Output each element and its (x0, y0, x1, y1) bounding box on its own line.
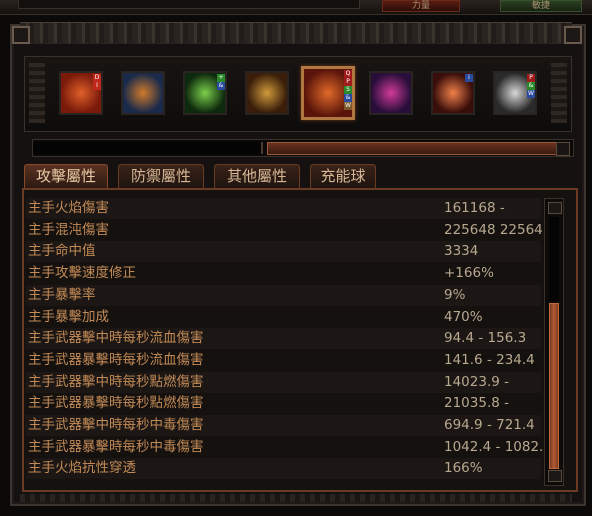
scroll-track[interactable] (549, 217, 559, 301)
stat-label: 主手武器暴擊時每秒點燃傷害 (28, 395, 204, 412)
stats-scrollbar[interactable] (544, 198, 564, 486)
stat-label: 主手暴擊率 (28, 286, 96, 303)
stat-value: 94.4 - 156.3 (444, 330, 527, 347)
frame-ornament-bottom (20, 494, 572, 502)
stat-row: 主手武器暴擊時每秒流血傷害 141.6 - 234.4 (26, 350, 541, 371)
stat-label: 主手武器暴擊時每秒中毒傷害 (28, 438, 204, 455)
stat-value: 14023.9 - (444, 373, 509, 390)
stat-row: 主手武器擊中時每秒點燃傷害 14023.9 - (26, 371, 541, 393)
skill-slot-5-icon[interactable]: Q P S & W (301, 66, 355, 120)
stat-row: 主手暴擊加成 470% (26, 307, 541, 328)
rune-badge-icon: & (344, 94, 352, 102)
tab-defense-attributes[interactable]: 防禦屬性 (118, 164, 204, 188)
rune-badge-icon: I (93, 82, 101, 90)
stat-row: 主手火焰抗性穿透 166% (26, 458, 541, 480)
tab-charge-orbs[interactable]: 充能球 (310, 164, 376, 188)
strength-button[interactable]: 力量 (382, 0, 460, 12)
resource-bar-cap (556, 142, 570, 156)
skill-slot-4-icon[interactable] (245, 71, 289, 115)
resource-bar (32, 139, 574, 157)
skill-bar: D I + & Q P S & Wi P & W (24, 56, 572, 132)
stat-row: 主手武器暴擊時每秒點燃傷害 21035.8 - (26, 393, 541, 414)
stat-value: 166% (444, 460, 483, 477)
skill-slot-2-icon[interactable] (121, 71, 165, 115)
stat-label: 主手武器擊中時每秒點燃傷害 (28, 373, 204, 390)
rune-badge-icon: D (93, 74, 101, 82)
stat-value: 225648 22564 (444, 221, 543, 238)
skill-slot-7-icon[interactable]: i (431, 71, 475, 115)
rune-badge-icon: S (344, 86, 352, 94)
stat-row: 主手武器擊中時每秒中毒傷害 694.9 - 721.4 (26, 415, 541, 436)
stat-row: 主手武器暴擊時每秒中毒傷害 1042.4 - 1082.2 (26, 437, 552, 458)
stat-row: 主手命中值 3334 (26, 241, 541, 263)
stats-panel: 主手火焰傷害 161168 - 主手混沌傷害 225648 22564 主手命中值 333… (22, 188, 578, 492)
stat-label: 主手火焰抗性穿透 (28, 460, 136, 477)
skill-slot-8-icon[interactable]: P & W (493, 71, 537, 115)
skill-slot-1-icon[interactable]: DI (59, 71, 103, 115)
rune-badge-icon: P (344, 78, 352, 86)
stat-value: 161168 - (444, 200, 505, 216)
scroll-thumb[interactable] (549, 303, 559, 469)
tab-other-attributes[interactable]: 其他屬性 (214, 164, 300, 188)
stat-row: 主手武器擊中時每秒流血傷害 94.4 - 156.3 (26, 328, 541, 350)
rune-badge-icon: P (527, 74, 535, 82)
stat-label: 主手武器擊中時每秒流血傷害 (28, 330, 204, 347)
stat-row: 主手火焰傷害 161168 - (26, 198, 541, 219)
rune-badge-icon: Q (344, 70, 352, 78)
rune-badge-icon: W (344, 102, 352, 110)
stat-label: 主手命中值 (28, 243, 96, 260)
stat-value: +166% (444, 265, 494, 282)
skill-slot-6-icon[interactable] (369, 71, 413, 115)
stat-label: 主手混沌傷害 (28, 221, 109, 238)
stat-label: 主手武器暴擊時每秒流血傷害 (28, 351, 204, 368)
resource-bar-empty (33, 142, 263, 154)
tab-attack-attributes[interactable]: 攻擊屬性 (24, 164, 108, 189)
stat-value: 1042.4 - 1082.2 (444, 438, 552, 455)
rune-badge-icon: & (527, 82, 535, 90)
rune-badge-icon: i (465, 74, 473, 82)
resource-bar-fill (267, 142, 557, 155)
frame-corner-ornament (12, 26, 30, 44)
stat-row: 主手攻擊速度修正 +166% (26, 263, 541, 284)
rune-badge-icon: W (527, 90, 535, 98)
stat-row: 主手暴擊率 9% (26, 284, 541, 306)
skill-bar-edge (551, 63, 567, 123)
stat-label: 主手武器擊中時每秒中毒傷害 (28, 417, 204, 433)
top-strip: 力量 敏捷 (0, 0, 592, 15)
stat-value: 470% (444, 308, 483, 325)
stat-value: 3334 (444, 243, 479, 260)
stat-value: 141.6 - 234.4 (444, 351, 535, 368)
stat-value: 9% (444, 286, 466, 303)
stat-label: 主手攻擊速度修正 (28, 265, 136, 282)
frame-ornament-top (20, 22, 572, 44)
rune-badge-icon: & (217, 82, 225, 90)
dexterity-button[interactable]: 敏捷 (500, 0, 582, 12)
stat-value: 694.9 - 721.4 (444, 417, 535, 433)
stat-label: 主手暴擊加成 (28, 308, 109, 325)
stat-label: 主手火焰傷害 (28, 200, 109, 216)
skill-slot-3-icon[interactable]: + & (183, 71, 227, 115)
stat-row: 主手混沌傷害 225648 22564 (26, 220, 543, 241)
frame-corner-ornament (564, 26, 582, 44)
rune-badge-icon: + (217, 74, 225, 82)
scroll-down-arrow-icon[interactable] (548, 470, 562, 482)
skill-bar-edge (29, 63, 45, 123)
stat-value: 21035.8 - (444, 395, 509, 412)
scroll-up-arrow-icon[interactable] (548, 202, 562, 214)
top-left-slot (18, 0, 360, 9)
